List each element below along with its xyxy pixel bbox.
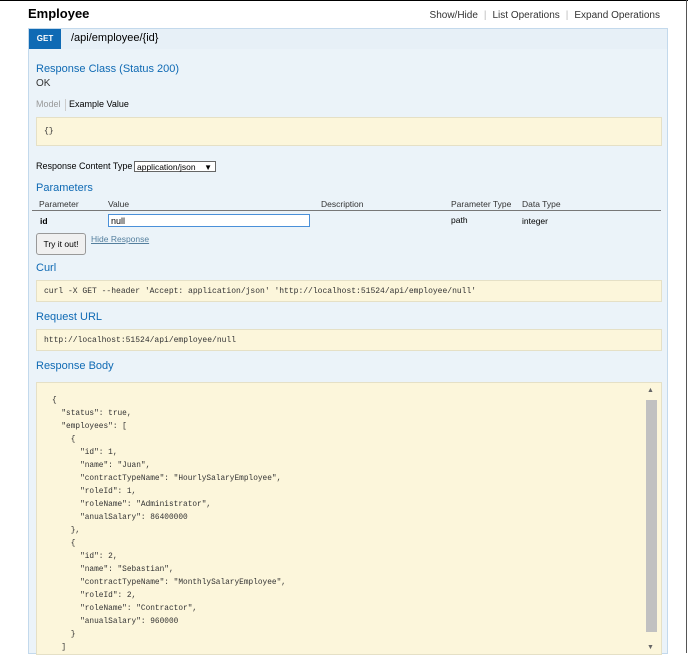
operation-path[interactable]: /api/employee/{id} [71, 32, 158, 44]
content-type-label: Response Content Type [36, 161, 133, 171]
response-body-json: { "status": true, "employees": [ { "id":… [52, 397, 286, 652]
scroll-down-icon[interactable]: ▼ [647, 644, 654, 651]
http-method-badge[interactable]: GET [29, 29, 61, 49]
curl-command: curl -X GET --header 'Accept: applicatio… [44, 287, 477, 296]
example-value-text: {} [44, 127, 54, 136]
scrollbar-thumb[interactable] [646, 400, 657, 632]
table-header-divider [32, 210, 661, 211]
curl-box: curl -X GET --header 'Accept: applicatio… [36, 280, 662, 302]
content-type-select[interactable]: application/json ▼ [134, 161, 216, 172]
tab-model[interactable]: Model [36, 99, 61, 109]
request-url-box: http://localhost:51524/api/employee/null [36, 329, 662, 351]
response-status-text: OK [36, 78, 51, 89]
column-header-parameter-type: Parameter Type [451, 199, 512, 209]
request-url-text: http://localhost:51524/api/employee/null [44, 336, 237, 345]
param-value-text: null [111, 216, 126, 226]
column-header-data-type: Data Type [522, 199, 561, 209]
request-url-heading: Request URL [36, 311, 103, 323]
resource-operations: Show/Hide | List Operations | Expand Operati… [430, 10, 660, 21]
try-it-out-button[interactable]: Try it out! [36, 233, 86, 255]
column-header-value: Value [108, 199, 130, 209]
example-value-box: {} [36, 117, 662, 146]
resource-header: Employee Show/Hide | List Operations | Expan… [28, 4, 668, 26]
show-hide-link[interactable]: Show/Hide [430, 10, 478, 21]
operation-panel: Response Class (Status 200) OK Model Exa… [28, 49, 668, 655]
hide-response-link[interactable]: Hide Response [91, 234, 149, 244]
separator: | [483, 10, 487, 21]
right-border [686, 0, 687, 653]
operation-bar[interactable]: GET /api/employee/{id} [28, 28, 668, 50]
list-operations-link[interactable]: List Operations [493, 10, 560, 21]
tab-example-value[interactable]: Example Value [69, 99, 129, 109]
column-header-description: Description [321, 199, 364, 209]
separator: | [565, 10, 569, 21]
scroll-up-icon[interactable]: ▲ [647, 387, 654, 394]
response-class-heading: Response Class (Status 200) [36, 63, 180, 75]
tab-divider [65, 99, 66, 111]
response-body-box[interactable]: { "status": true, "employees": [ { "id":… [36, 382, 662, 655]
dropdown-arrow-icon: ▼ [204, 163, 212, 172]
param-name: id [40, 216, 48, 226]
top-border [0, 0, 688, 1]
expand-operations-link[interactable]: Expand Operations [574, 10, 660, 21]
param-type: path [451, 215, 468, 225]
column-header-parameter: Parameter [39, 199, 79, 209]
param-data-type: integer [522, 216, 548, 226]
content-type-value: application/json [137, 162, 196, 172]
parameters-heading: Parameters [36, 182, 93, 194]
resource-title[interactable]: Employee [28, 6, 89, 21]
curl-heading: Curl [36, 262, 57, 274]
response-body-heading: Response Body [36, 360, 114, 372]
param-value-input[interactable]: null [108, 214, 310, 227]
